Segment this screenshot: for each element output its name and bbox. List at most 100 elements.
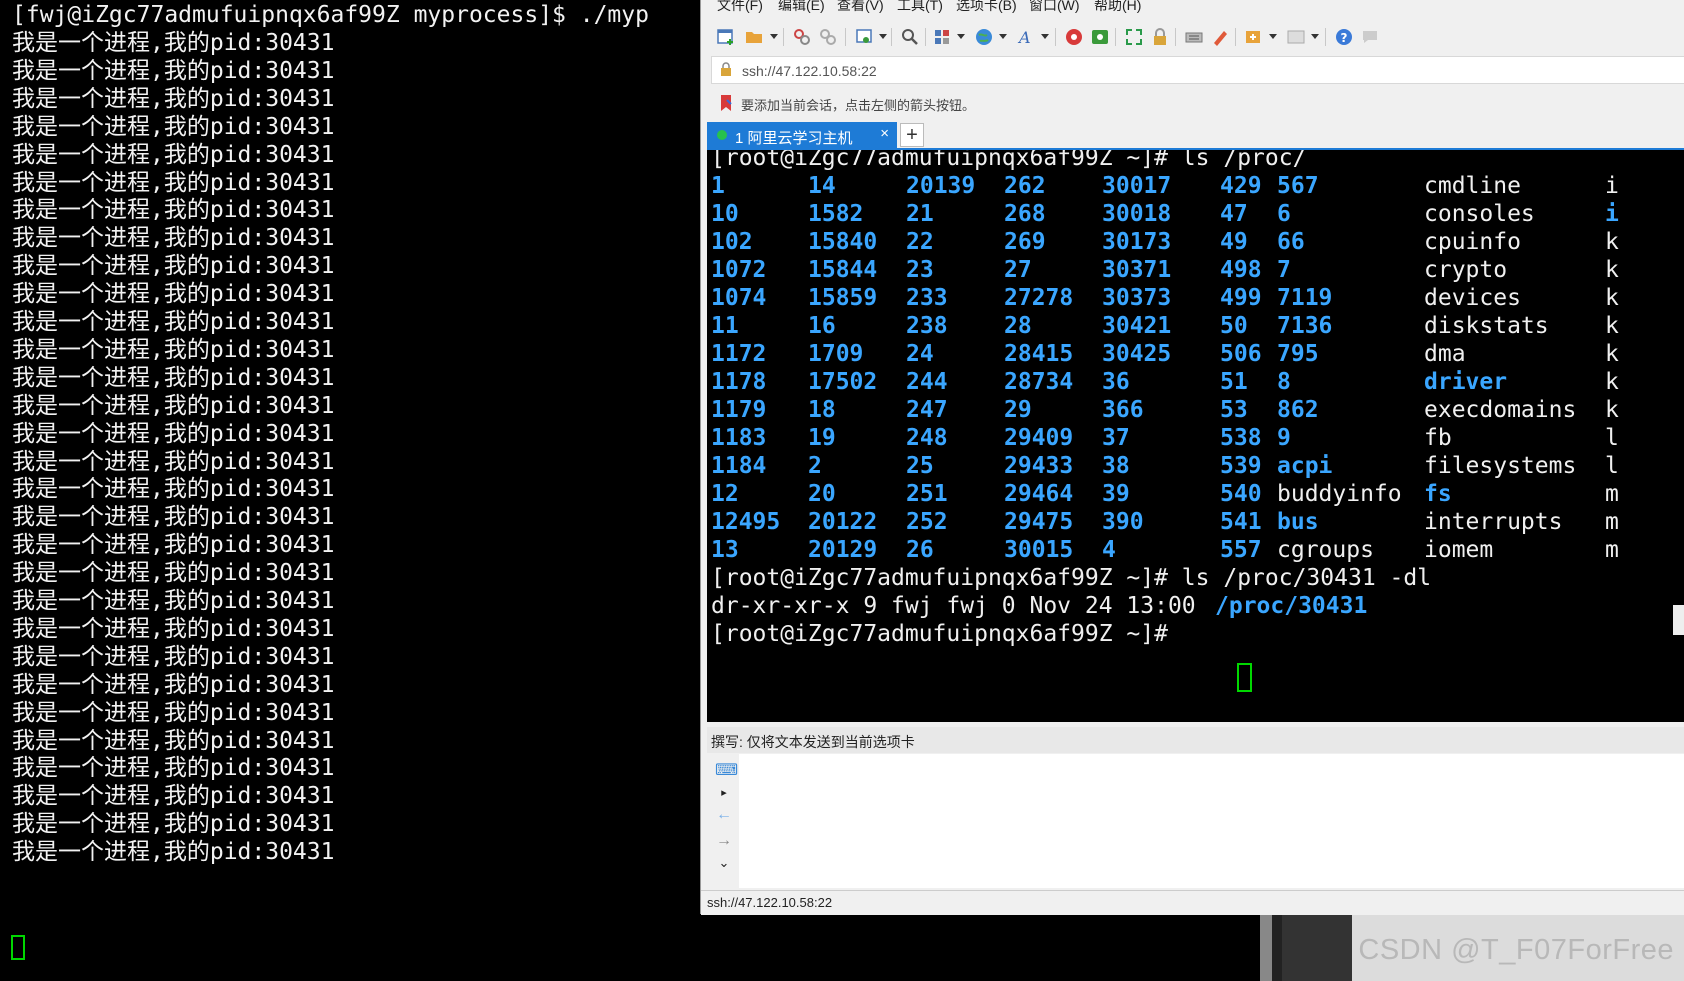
proc-entry: 28734 bbox=[1004, 369, 1074, 395]
chevron-right-icon[interactable]: ▸ bbox=[715, 784, 733, 802]
menu-help[interactable]: 帮助(H) bbox=[1094, 0, 1141, 14]
proc-entry: 862 bbox=[1277, 397, 1319, 423]
toolbar: A ? bbox=[711, 24, 1671, 52]
proc-entry: 251 bbox=[906, 481, 948, 507]
compose-input[interactable] bbox=[739, 754, 1684, 888]
proc-entry: 1183 bbox=[711, 425, 767, 451]
proc-entry: k bbox=[1605, 229, 1619, 255]
status-bar: ssh://47.122.10.58:22 bbox=[701, 890, 1684, 915]
output-line: 我是一个进程,我的pid:30431 bbox=[12, 560, 335, 587]
right-terminal[interactable]: [root@iZgc77admufuipnqx6af99Z ~]# ls /pr… bbox=[707, 150, 1684, 722]
connect-icon[interactable] bbox=[791, 26, 813, 48]
new-session-icon[interactable] bbox=[715, 26, 737, 48]
proc-entry: 7136 bbox=[1277, 313, 1333, 339]
proc-entry: 238 bbox=[906, 313, 948, 339]
disconnect-icon[interactable] bbox=[817, 26, 839, 48]
terminal-icon[interactable]: ⌨ bbox=[715, 762, 738, 780]
ls-output-path: /proc/30431 bbox=[1215, 593, 1368, 619]
globe-icon[interactable] bbox=[973, 26, 995, 48]
chevron-down-icon[interactable] bbox=[1041, 34, 1049, 39]
menu-view[interactable]: 查看(V) bbox=[837, 0, 884, 14]
xmanager-icon[interactable] bbox=[1089, 26, 1111, 48]
svg-text:?: ? bbox=[1341, 31, 1348, 45]
proc-entry: 15840 bbox=[808, 229, 878, 255]
help-icon[interactable]: ? bbox=[1333, 26, 1355, 48]
arrow-left-icon[interactable]: ← bbox=[715, 806, 733, 824]
output-line: 我是一个进程,我的pid:30431 bbox=[12, 225, 335, 252]
address-text: ssh://47.122.10.58:22 bbox=[742, 63, 877, 79]
output-line: 我是一个进程,我的pid:30431 bbox=[12, 309, 335, 335]
proc-entry: 15844 bbox=[808, 257, 878, 283]
proc-entry: 20139 bbox=[906, 173, 976, 199]
proc-entry: 262 bbox=[1004, 173, 1046, 199]
proc-entry: filesystems bbox=[1424, 453, 1577, 479]
proc-entry: 499 bbox=[1220, 285, 1262, 311]
output-line: 我是一个进程,我的pid:30431 bbox=[12, 364, 335, 391]
svg-text:A: A bbox=[1017, 28, 1031, 47]
menu-tools[interactable]: 工具(T) bbox=[897, 0, 943, 14]
fullscreen-icon[interactable] bbox=[1123, 26, 1145, 48]
left-prompt-line: [fwj@iZgc77admufuipnqx6af99Z myprocess]$… bbox=[12, 2, 649, 28]
chevron-down-icon[interactable] bbox=[1311, 34, 1319, 39]
menu-edit[interactable]: 编辑(E) bbox=[778, 0, 825, 14]
proc-entry: 28 bbox=[1004, 313, 1032, 339]
proc-entry: 538 bbox=[1220, 425, 1262, 451]
proc-entry: 29433 bbox=[1004, 453, 1074, 479]
tab-session-1[interactable]: 1 阿里云学习主机 × bbox=[707, 122, 897, 148]
proc-entry: m bbox=[1605, 537, 1619, 563]
new-tab-button[interactable]: + bbox=[900, 123, 924, 147]
proc-entry: 25 bbox=[906, 453, 934, 479]
highlight-icon[interactable] bbox=[1209, 26, 1231, 48]
left-terminal[interactable]: [fwj@iZgc77admufuipnqx6af99Z myprocess]$… bbox=[0, 0, 700, 981]
output-line: 我是一个进程,我的pid:30431 bbox=[12, 643, 335, 670]
add-icon[interactable] bbox=[1243, 26, 1265, 48]
chevron-down-icon[interactable] bbox=[957, 34, 965, 39]
chevron-down-icon[interactable] bbox=[770, 34, 778, 39]
proc-entry: 20 bbox=[808, 481, 836, 507]
proc-entry: 51 bbox=[1220, 369, 1248, 395]
lock-icon[interactable] bbox=[1149, 26, 1171, 48]
menu-tabs[interactable]: 选项卡(B) bbox=[956, 0, 1017, 14]
chevron-down-icon[interactable] bbox=[1269, 34, 1277, 39]
properties-icon[interactable] bbox=[853, 26, 875, 48]
proc-entry: k bbox=[1605, 369, 1619, 395]
keyboard-icon[interactable] bbox=[1183, 26, 1205, 48]
font-icon[interactable]: A bbox=[1015, 26, 1037, 48]
proc-entry: driver bbox=[1424, 369, 1508, 395]
scrollbar[interactable] bbox=[1673, 605, 1684, 635]
chat-icon[interactable] bbox=[1359, 26, 1381, 48]
layout-icon[interactable] bbox=[931, 26, 953, 48]
proc-entry: 4 bbox=[1102, 537, 1116, 563]
proc-entry: execdomains bbox=[1424, 397, 1577, 423]
output-line: 我是一个进程,我的pid:30431 bbox=[12, 671, 335, 698]
close-icon[interactable]: × bbox=[880, 125, 889, 142]
proc-entry: k bbox=[1605, 341, 1619, 367]
menu-file[interactable]: 文件(F) bbox=[717, 0, 763, 14]
proc-entry: i bbox=[1605, 173, 1619, 199]
output-line: 我是一个进程,我的pid:30431 bbox=[12, 420, 335, 447]
address-bar[interactable]: ssh://47.122.10.58:22 bbox=[711, 56, 1684, 84]
search-icon[interactable] bbox=[899, 26, 921, 48]
chevron-down-icon[interactable] bbox=[879, 34, 887, 39]
open-folder-icon[interactable] bbox=[743, 26, 765, 48]
menu-window[interactable]: 窗口(W) bbox=[1029, 0, 1080, 14]
xshell-window: 文件(F) 编辑(E) 查看(V) 工具(T) 选项卡(B) 窗口(W) 帮助(… bbox=[700, 0, 1684, 915]
proc-entry: 49 bbox=[1220, 229, 1248, 255]
proc-entry: 13 bbox=[711, 537, 739, 563]
panel-icon[interactable] bbox=[1285, 26, 1307, 48]
bookmark-arrow-icon[interactable] bbox=[719, 94, 735, 112]
output-line: 我是一个进程,我的pid:30431 bbox=[12, 448, 335, 475]
proc-entry: 37 bbox=[1102, 425, 1130, 451]
proc-entry: 244 bbox=[906, 369, 948, 395]
lock-icon bbox=[721, 62, 731, 76]
proc-entry: 17502 bbox=[808, 369, 878, 395]
proc-entry: bus bbox=[1277, 509, 1319, 535]
chevron-double-down-icon[interactable]: ⌄ bbox=[715, 854, 733, 872]
output-line: 我是一个进程,我的pid:30431 bbox=[12, 699, 335, 726]
proc-entry: 1184 bbox=[711, 453, 767, 479]
proc-entry: 21 bbox=[906, 201, 934, 227]
chevron-down-icon[interactable] bbox=[999, 34, 1007, 39]
arrow-right-icon[interactable]: → bbox=[715, 832, 733, 850]
proc-entry: 14 bbox=[808, 173, 836, 199]
xftp-icon[interactable] bbox=[1063, 26, 1085, 48]
